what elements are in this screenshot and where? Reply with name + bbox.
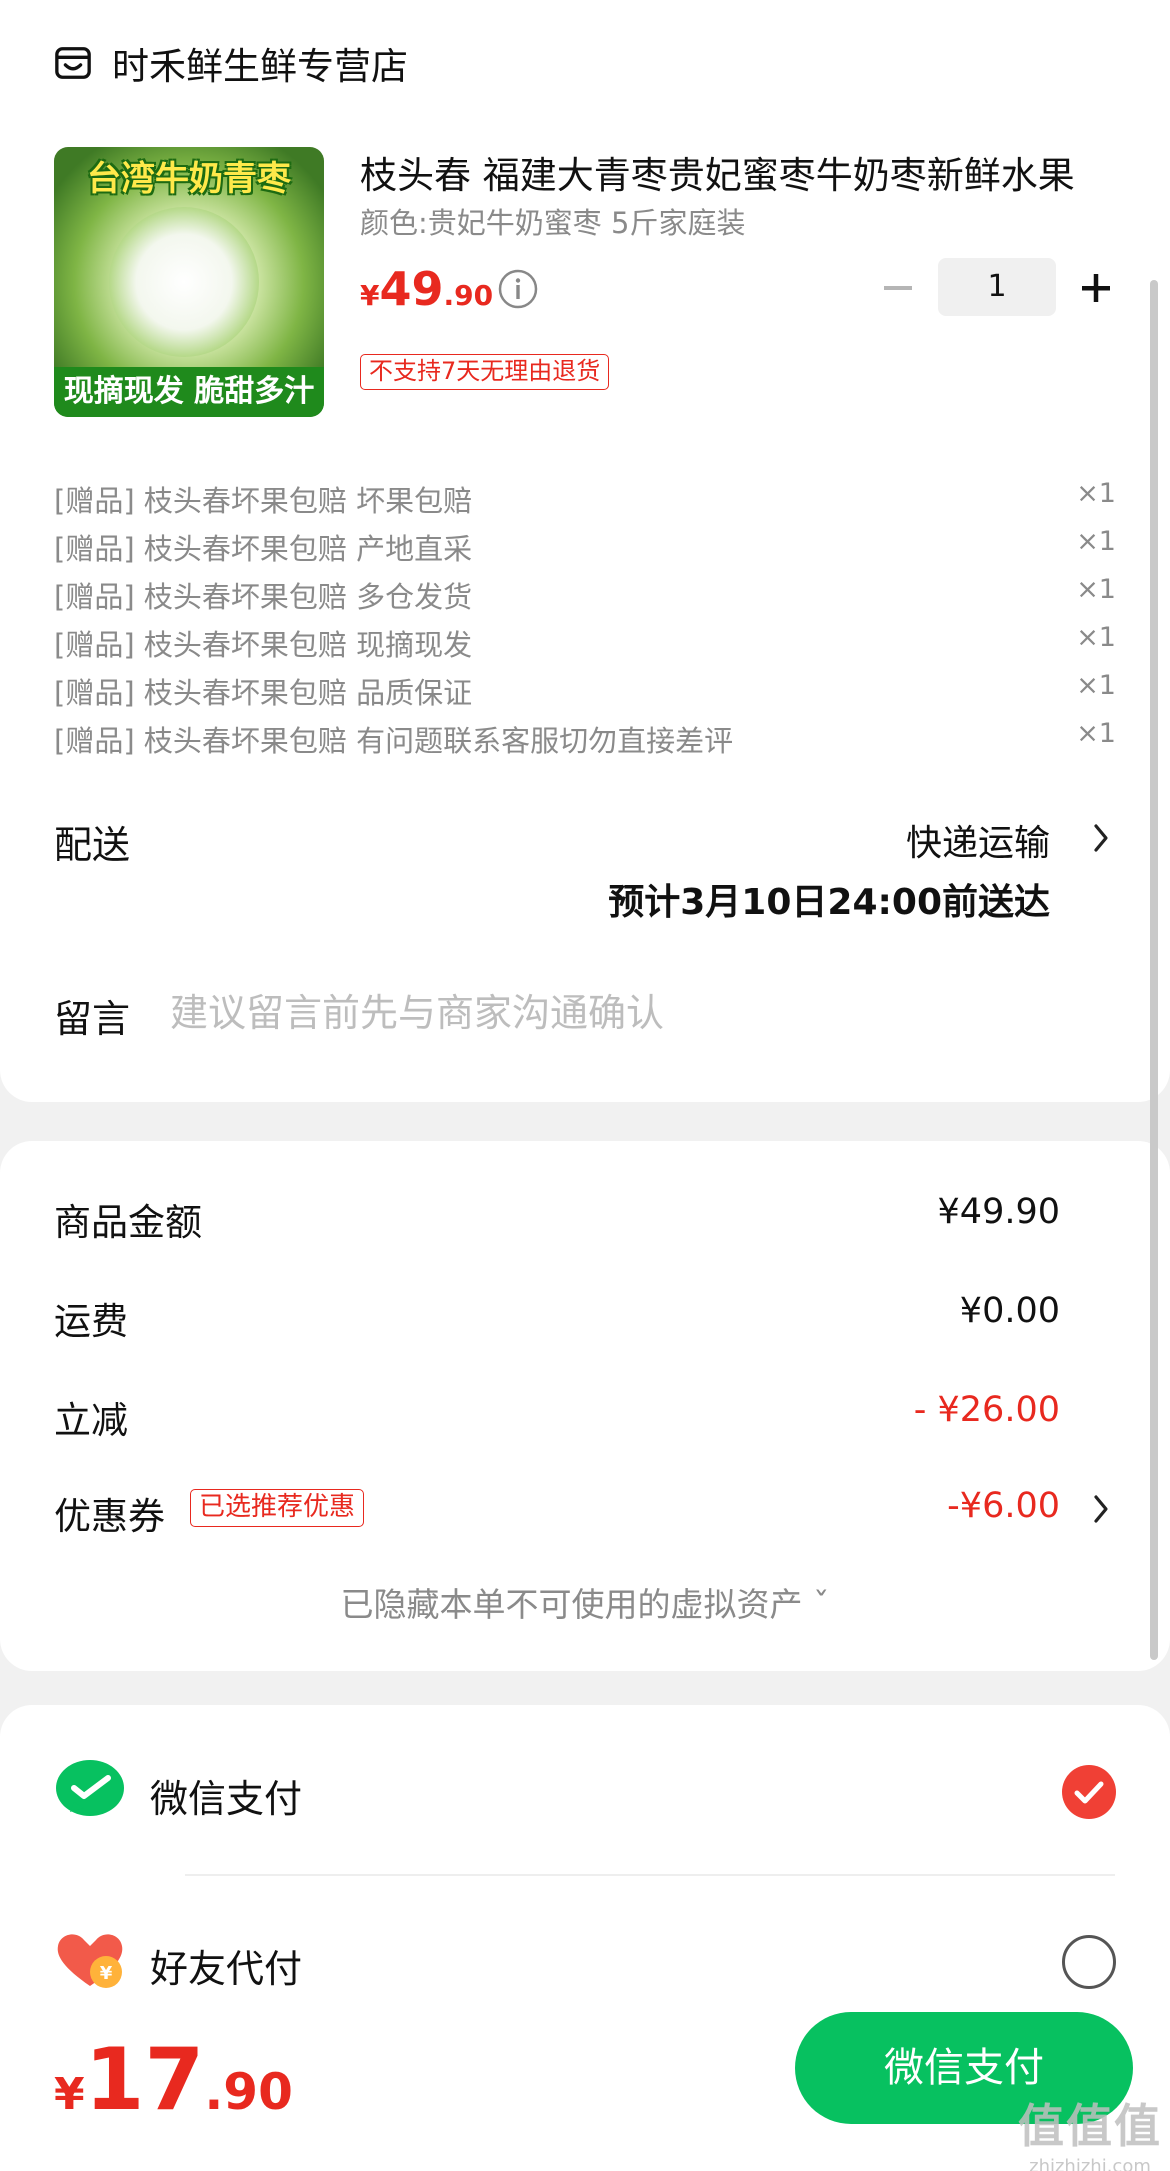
jujube-fruit-image [109,207,259,357]
quantity-minus-button[interactable] [878,268,918,308]
store-name: 时禾鲜生鲜专营店 [112,45,408,88]
price-integer: 49 [379,262,444,316]
gift-quantity: ×1 [1076,478,1116,509]
delivery-chevron-right-icon[interactable] [1090,820,1112,856]
friend-pay-radio[interactable] [1062,1935,1116,1989]
gift-name: [赠品] 枝头春坏果包赔 多仓发货 [54,580,473,614]
gift-item: [赠品] 枝头春坏果包赔 产地直采 ×1 [54,526,1116,566]
scrollbar[interactable] [1150,280,1158,1660]
wechat-pay-icon [56,1760,124,1816]
gift-item: [赠品] 枝头春坏果包赔 品质保证 ×1 [54,670,1116,710]
gift-quantity: ×1 [1076,622,1116,653]
total-decimal: .90 [204,2063,293,2121]
payment-divider [185,1874,1115,1876]
svg-text:¥: ¥ [100,1963,113,1984]
friend-pay-label[interactable]: 好友代付 [150,1938,302,1993]
check-icon [1074,1781,1104,1804]
watermark-url: zhizhizhi.com [1029,2156,1151,2171]
product-title[interactable]: 枝头春 福建大青枣贵妃蜜枣牛奶枣新鲜水果 [360,145,1100,199]
hidden-assets-toggle[interactable]: 已隐藏本单不可使用的虚拟资产 ˇ [0,1578,1170,1626]
delivery-method[interactable]: 快递运输 [906,814,1050,866]
total-integer: 17 [84,2030,205,2130]
gift-name: [赠品] 枝头春坏果包赔 品质保证 [54,676,473,710]
gift-quantity: ×1 [1076,670,1116,701]
price-currency: ¥ [360,279,380,312]
gift-quantity: ×1 [1076,718,1116,749]
delivery-label: 配送 [54,823,131,867]
delivery-estimate: 预计3月10日24:00前送达 [608,882,1050,923]
no-refund-tag: 不支持7天无理由退货 [360,354,610,390]
instant-discount-label: 立减 [54,1399,128,1442]
wechat-pay-label[interactable]: 微信支付 [150,1768,302,1823]
gift-quantity: ×1 [1076,526,1116,557]
gift-name: [赠品] 枝头春坏果包赔 有问题联系客服切勿直接差评 [54,724,734,758]
wechat-pay-radio[interactable] [1062,1765,1116,1819]
gift-item: [赠品] 枝头春坏果包赔 现摘现发 ×1 [54,622,1116,662]
total-currency: ¥ [54,2069,85,2120]
gift-item: [赠品] 枝头春坏果包赔 坏果包赔 ×1 [54,478,1116,518]
coupon-recommended-tag: 已选推荐优惠 [190,1489,365,1527]
coupon-chevron-right-icon[interactable] [1090,1491,1112,1527]
store-icon [55,47,91,79]
message-input[interactable] [170,988,1070,1038]
gift-name: [赠品] 枝头春坏果包赔 产地直采 [54,532,473,566]
coupon-label[interactable]: 优惠券 [54,1486,165,1540]
quantity-plus-button[interactable] [1076,268,1116,308]
total-price: ¥ 17 .90 [54,2030,293,2130]
store-header[interactable]: 时禾鲜生鲜专营店 [54,36,408,90]
shipping-fee-label: 运费 [54,1300,128,1343]
gift-quantity: ×1 [1076,574,1116,605]
product-image-bottom-text: 现摘现发 脆甜多汁 [54,367,324,417]
info-icon[interactable] [497,268,539,310]
quantity-input[interactable]: 1 [938,258,1056,316]
product-spec[interactable]: 颜色:贵妃牛奶蜜枣 5斤家庭装 [360,200,745,242]
gift-name: [赠品] 枝头春坏果包赔 坏果包赔 [54,484,473,518]
watermark: 值值值 zhizhizhi.com [1010,2090,1170,2171]
message-label: 留言 [54,997,131,1041]
gift-name: [赠品] 枝头春坏果包赔 现摘现发 [54,628,473,662]
product-image[interactable]: 台湾牛奶青枣 现摘现发 脆甜多汁 [54,147,324,417]
shipping-fee-value: ¥0.00 [959,1291,1060,1331]
gift-item: [赠品] 枝头春坏果包赔 多仓发货 ×1 [54,574,1116,614]
watermark-logo-text: 值值值 [1018,2099,1162,2153]
coupon-value[interactable]: -¥6.00 [947,1486,1060,1526]
instant-discount-value: - ¥26.00 [913,1390,1060,1430]
goods-amount-value: ¥49.90 [937,1192,1060,1232]
friend-pay-heart-icon: ¥ [57,1934,123,1988]
goods-amount-label: 商品金额 [54,1201,202,1244]
product-price: ¥ 49 .90 [360,262,493,316]
gift-item: [赠品] 枝头春坏果包赔 有问题联系客服切勿直接差评 ×1 [54,718,1116,758]
price-decimal: .90 [443,279,494,312]
product-image-top-text: 台湾牛奶青枣 [87,159,291,199]
